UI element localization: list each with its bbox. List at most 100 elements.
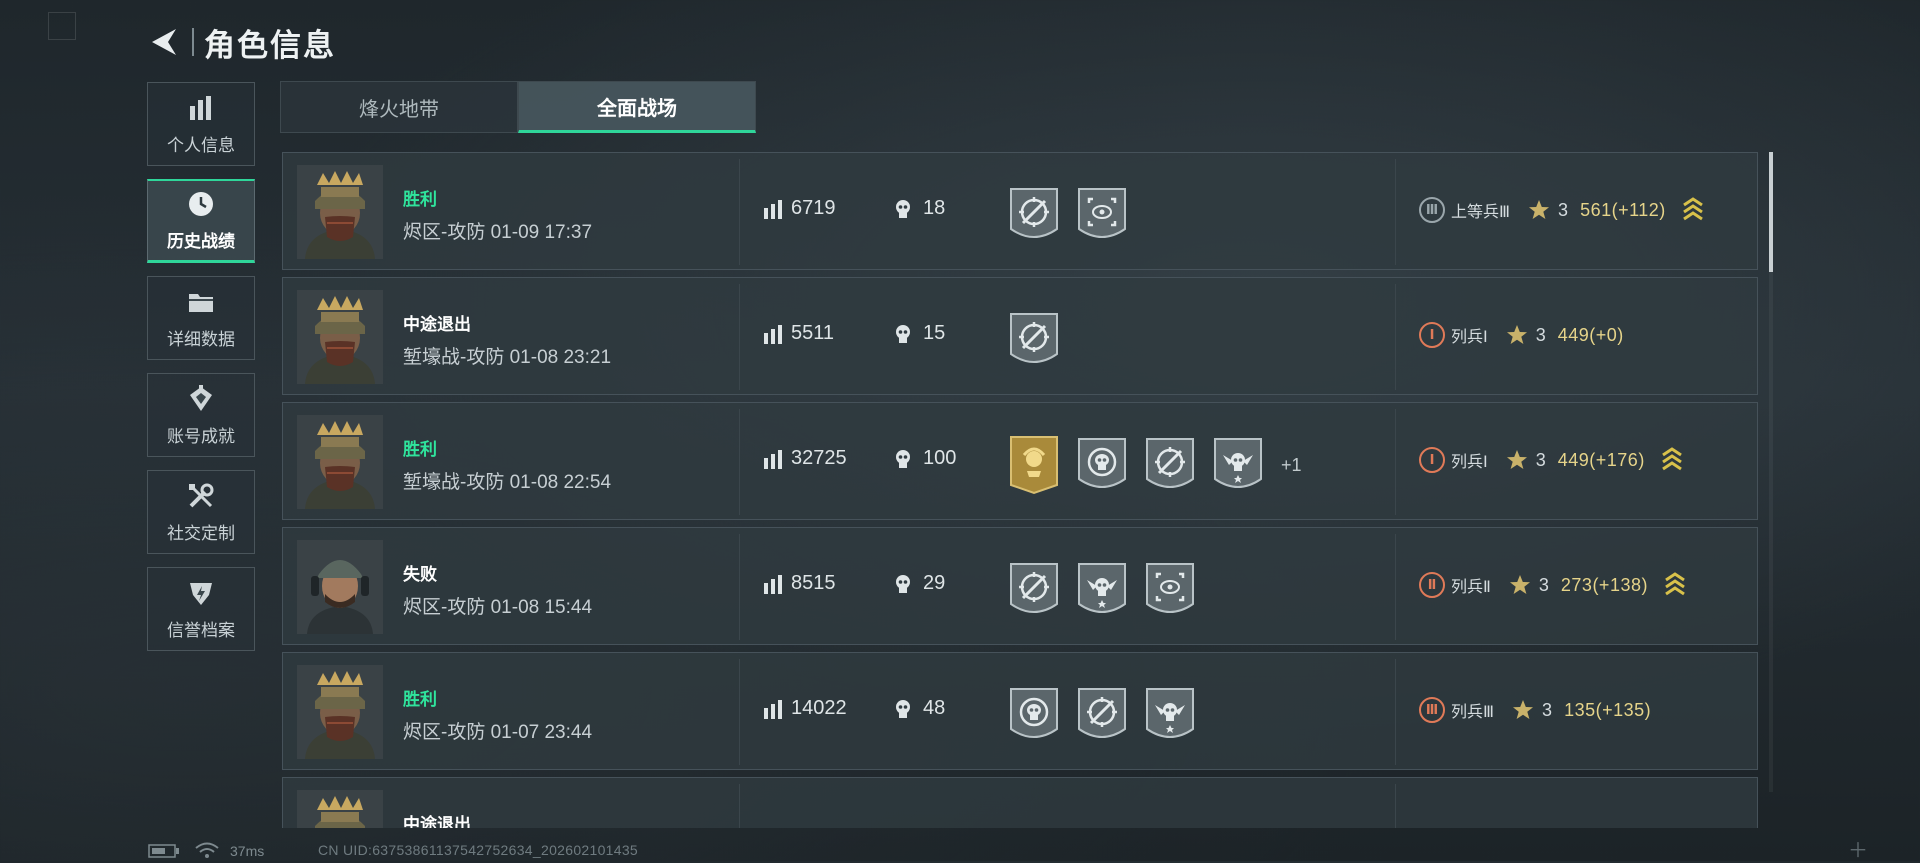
rank-info: Ⅰ 列兵Ⅰ 3 449(+0) [1419, 322, 1636, 348]
match-row[interactable]: 失败烬区-攻防 01-08 15:44 8515 29 Ⅱ 列兵Ⅱ 3 273(+138) [282, 527, 1758, 645]
score-value: 14022 [791, 697, 847, 719]
sidebar-item-match-history[interactable]: 历史战绩 [147, 179, 255, 263]
star-icon [1506, 324, 1528, 346]
sidebar: 个人信息 历史战绩 详细数据 账号成就 社交定制 信誉档案 [147, 82, 257, 664]
skull-target-shield-icon[interactable] [1075, 435, 1129, 495]
winged-skull-shield-icon[interactable] [1075, 560, 1129, 620]
score-stat: 6719 [763, 197, 836, 220]
rank-name: 上等兵Ⅲ [1451, 204, 1511, 221]
rank-emblem-icon: Ⅲ [1419, 697, 1445, 723]
crossed-rifle-shield-icon[interactable] [1007, 185, 1061, 245]
medal-list [1007, 560, 1211, 620]
winged-skull-shield-icon[interactable] [1143, 685, 1197, 745]
kills-value: 15 [923, 322, 946, 344]
score-value: 5511 [791, 322, 835, 344]
tab-all-out-warfare[interactable]: 全面战场 [518, 81, 756, 133]
sidebar-item-label: 个人信息 [167, 135, 235, 155]
row-divider [1395, 784, 1396, 828]
rank-emblem-icon: Ⅰ [1419, 322, 1445, 348]
rank-points: 135(+135) [1564, 699, 1652, 720]
rank-level: 3 [1535, 324, 1546, 345]
match-mode-time: 堑壕战-攻防 01-08 23:21 [403, 347, 612, 368]
ping-text: 37ms [230, 843, 265, 859]
rank-emblem-icon: Ⅰ [1419, 447, 1445, 473]
rank-info: Ⅲ 列兵Ⅲ 3 135(+135) [1419, 697, 1663, 723]
scrollbar[interactable] [1769, 152, 1773, 792]
folder-icon [186, 287, 216, 317]
match-result: 失败 [403, 565, 437, 584]
score-stat: 8515 [763, 572, 836, 595]
kills-value: 18 [923, 197, 946, 219]
row-divider [1395, 659, 1396, 765]
match-row[interactable]: 胜利 烬区-攻防 01-07 23:44 14022 48 Ⅲ 列兵Ⅲ 3 135(+135) [282, 652, 1758, 770]
winged-skull-shield-icon[interactable] [1211, 435, 1265, 495]
sidebar-item-achievements[interactable]: 账号成就 [147, 373, 255, 457]
rank-level: 3 [1558, 199, 1569, 220]
medal-list [1007, 185, 1143, 245]
score-stat: 32725 [763, 447, 847, 470]
back-button[interactable] [148, 22, 190, 62]
sidebar-item-label: 历史战绩 [167, 232, 235, 251]
rank-points: 273(+138) [1560, 574, 1648, 595]
row-divider [1395, 159, 1396, 265]
row-divider [739, 284, 740, 390]
sidebar-item-detailed-data[interactable]: 详细数据 [147, 276, 255, 360]
match-row[interactable]: 中途退出 堑壕战-攻防 01-08 23:21 5511 15 Ⅰ 列兵Ⅰ 3 449(+0) [282, 277, 1758, 395]
rank-points: 561(+112) [1580, 199, 1666, 220]
rank-level: 3 [1538, 574, 1549, 595]
kills-value: 29 [923, 572, 946, 594]
crossed-rifle-shield-icon[interactable] [1007, 560, 1061, 620]
gold-mvp-banner-icon[interactable] [1007, 435, 1061, 495]
row-divider [739, 784, 740, 828]
score-icon [763, 324, 783, 344]
tab-extraction[interactable]: 烽火地带 [280, 81, 518, 133]
row-divider [1395, 534, 1396, 640]
recon-eye-shield-icon[interactable] [1075, 185, 1129, 245]
rank-emblem-icon: Ⅱ [1419, 572, 1445, 598]
rank-level: 3 [1535, 449, 1546, 470]
sidebar-item-social-custom[interactable]: 社交定制 [147, 470, 255, 554]
kills-value: 48 [923, 697, 946, 719]
match-result: 胜利 [403, 190, 437, 209]
skull-icon [893, 199, 913, 219]
sidebar-item-personal-info[interactable]: 个人信息 [147, 82, 255, 166]
skull-target-shield-icon[interactable] [1007, 685, 1061, 745]
rank-info: Ⅲ 上等兵Ⅲ 3 561(+112) [1419, 197, 1704, 223]
player-avatar [297, 790, 383, 828]
match-row[interactable]: 中途退出 [282, 777, 1758, 828]
scrollbar-thumb[interactable] [1769, 152, 1773, 272]
crossed-rifle-shield-icon[interactable] [1143, 435, 1197, 495]
score-value: 32725 [791, 447, 847, 469]
player-avatar [297, 665, 383, 759]
rank-up-chevron-icon [1661, 447, 1683, 473]
crossed-rifle-shield-icon[interactable] [1007, 310, 1061, 370]
row-divider [1395, 284, 1396, 390]
rank-emblem-icon: Ⅲ [1419, 197, 1445, 223]
sidebar-item-reputation[interactable]: 信誉档案 [147, 567, 255, 651]
page-title: 角色信息 [204, 27, 336, 63]
row-divider [739, 659, 740, 765]
battery-icon [148, 844, 179, 858]
rank-name: 列兵Ⅰ [1451, 329, 1488, 346]
score-stat: 5511 [763, 322, 834, 345]
rank-name: 列兵Ⅱ [1451, 579, 1491, 596]
kills-stat: 18 [893, 197, 945, 220]
more-medals-count[interactable]: +1 [1281, 455, 1302, 476]
match-row[interactable]: 胜利 烬区-攻防 01-09 17:37 6719 18 Ⅲ 上等兵Ⅲ 3 561(+112) [282, 152, 1758, 270]
medal-list: +1 [1007, 435, 1302, 495]
match-mode-time: 烬区-攻防 01-08 15:44 [403, 597, 593, 618]
crossed-rifle-shield-icon[interactable] [1075, 685, 1129, 745]
skull-icon [893, 574, 913, 594]
rank-up-chevron-icon [1682, 197, 1704, 223]
match-result: 中途退出 [403, 815, 471, 828]
status-bar: 37ms [148, 842, 264, 860]
row-divider [739, 409, 740, 515]
rank-info: Ⅱ 列兵Ⅱ 3 273(+138) [1419, 572, 1686, 598]
kills-stat: 29 [893, 572, 945, 595]
score-icon [763, 199, 783, 219]
bar-chart-icon [186, 93, 216, 123]
match-row[interactable]: 胜利 堑壕战-攻防 01-08 22:54 32725 100 +1 Ⅰ 列兵Ⅰ 3 449(+… [282, 402, 1758, 520]
rank-points: 449(+0) [1557, 324, 1624, 345]
recon-eye-shield-icon[interactable] [1143, 560, 1197, 620]
sidebar-item-label: 信誉档案 [167, 620, 235, 640]
